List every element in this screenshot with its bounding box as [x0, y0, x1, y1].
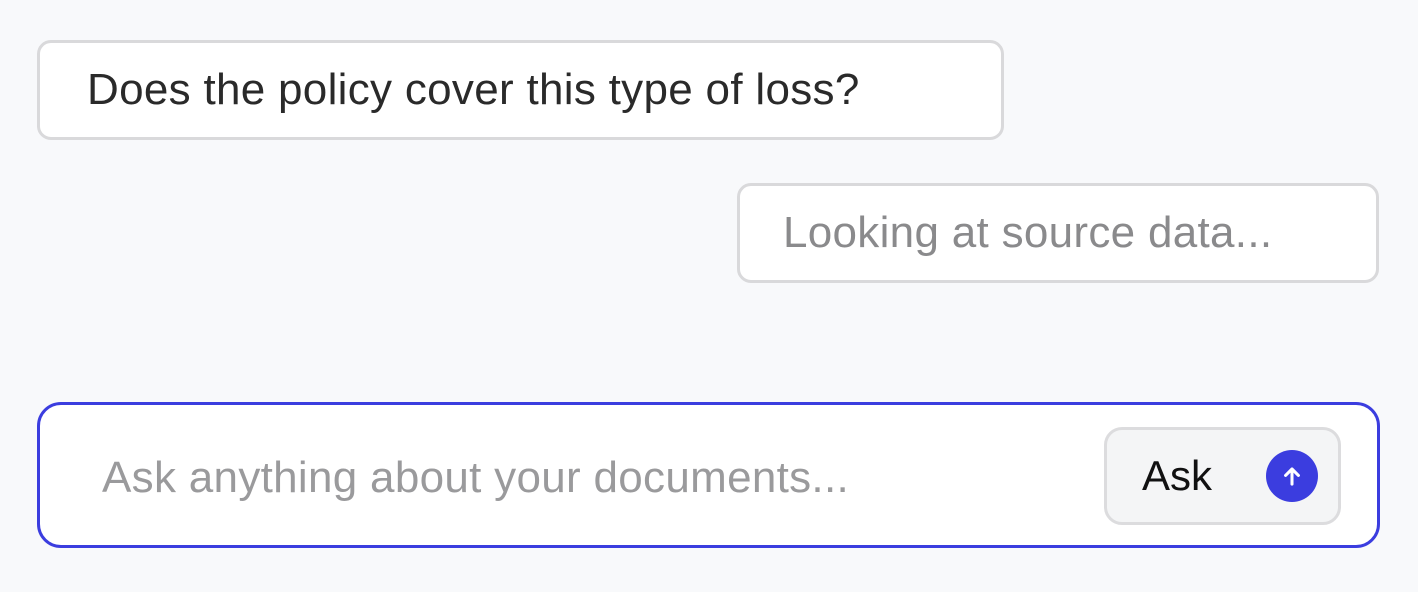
user-message-bubble: Does the policy cover this type of loss? [37, 40, 1004, 140]
arrow-up-icon [1266, 450, 1318, 502]
chat-page: Does the policy cover this type of loss?… [0, 0, 1418, 592]
question-input[interactable] [102, 443, 1082, 513]
user-message-text: Does the policy cover this type of loss? [87, 65, 860, 114]
chat-composer: Ask [37, 402, 1380, 548]
assistant-status-bubble: Looking at source data... [737, 183, 1379, 283]
ask-button-label: Ask [1142, 452, 1213, 499]
assistant-status-text: Looking at source data... [783, 208, 1273, 257]
ask-button[interactable]: Ask [1104, 427, 1341, 525]
